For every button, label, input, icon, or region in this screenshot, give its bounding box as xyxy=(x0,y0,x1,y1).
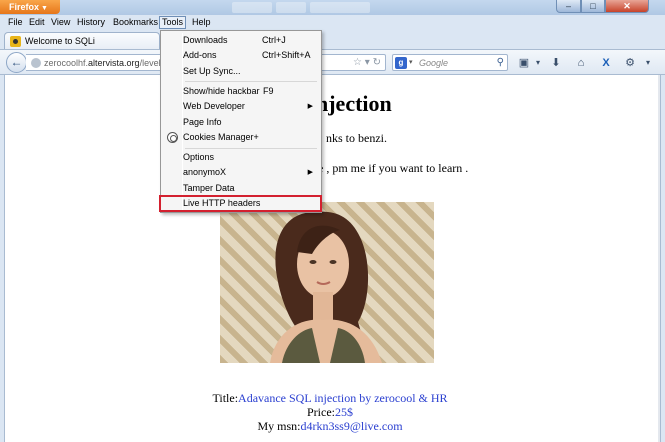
url-domain: altervista.org xyxy=(88,58,140,68)
menu-item-shortcut: F9 xyxy=(263,86,274,96)
search-placeholder: Google xyxy=(419,58,449,68)
menu-bar: File Edit View History Bookmarks Tools H… xyxy=(0,15,665,30)
menu-item-label: Downloads xyxy=(183,35,228,45)
menu-item-page-info[interactable]: Page Info xyxy=(163,115,319,130)
msn-email-link[interactable]: d4rkn3ss9@live.com xyxy=(300,419,402,433)
book-title-link[interactable]: Adavance SQL injection by zerocool & HR xyxy=(238,391,448,405)
page-info-line: e , pm me if you want to learn . xyxy=(318,161,469,175)
menu-item-cookies-manager[interactable]: Cookies Manager+ xyxy=(163,130,319,145)
tab-title: Welcome to SQLi xyxy=(25,36,95,46)
history-dropdown-icon[interactable]: ▾ xyxy=(365,57,370,68)
menu-separator xyxy=(185,81,317,82)
menu-item-label: Web Developer xyxy=(183,101,245,111)
menu-item-set-up-sync[interactable]: Set Up Sync... xyxy=(163,64,319,79)
page-heading: njection xyxy=(316,91,392,116)
price-link[interactable]: 25$ xyxy=(335,405,353,419)
menu-view[interactable]: View xyxy=(49,16,72,29)
menu-item-label: Options xyxy=(183,152,215,162)
menu-item-label: Show/hide hackbar xyxy=(183,86,260,96)
caption-msn-line: My msn:d4rkn3ss9@live.com xyxy=(5,419,655,434)
dropdown-arrow-icon: ▼ xyxy=(41,5,48,12)
tools-menu-dropdown: Downloads Ctrl+J Add-ons Ctrl+Shift+A Se… xyxy=(160,30,322,213)
menu-item-label: Set Up Sync... xyxy=(183,66,241,76)
engine-dropdown-icon[interactable]: ▾ xyxy=(409,57,413,69)
page-credit-line: nks to benzi. xyxy=(326,131,387,145)
menu-item-show-hide-hackbar[interactable]: Show/hide hackbar F9 xyxy=(163,84,319,99)
reload-icon[interactable]: ↻ xyxy=(373,57,381,68)
menu-item-shortcut: Ctrl+J xyxy=(262,35,286,45)
close-window-button[interactable]: ✕ xyxy=(605,0,649,13)
firefox-menu-button[interactable]: Firefox ▼ xyxy=(0,0,60,14)
caption-price-line: Price:25$ xyxy=(5,405,655,420)
url-prefix: zerocoolhf. xyxy=(44,58,89,68)
menu-separator xyxy=(185,148,317,149)
minimize-button[interactable]: – xyxy=(556,0,581,13)
menu-file[interactable]: File xyxy=(6,16,25,29)
caption-price-label: Price: xyxy=(307,405,335,419)
menu-bookmarks[interactable]: Bookmarks xyxy=(111,16,160,29)
caption-title-line: Title:Adavance SQL injection by zerocool… xyxy=(5,391,655,406)
tab-bar: Welcome to SQLi xyxy=(0,30,665,49)
search-bar[interactable]: g ▾ Google ⚲ xyxy=(392,54,508,71)
search-icon[interactable]: ⚲ xyxy=(497,56,504,70)
submenu-arrow-icon: ▶ xyxy=(307,103,313,110)
background-window-ghost xyxy=(232,2,412,13)
addon-toolbar-icon[interactable]: ⚙ xyxy=(622,55,638,71)
portrait-photo-drawing xyxy=(270,211,382,363)
cookie-icon xyxy=(167,132,178,143)
menu-item-label: Add-ons xyxy=(183,50,217,60)
menu-tools[interactable]: Tools xyxy=(159,16,187,29)
menu-item-add-ons[interactable]: Add-ons Ctrl+Shift+A xyxy=(163,48,319,63)
site-favicon-icon xyxy=(10,36,21,47)
url-bar-icons: ☆ ▾ ↻ xyxy=(353,56,381,70)
menu-item-web-developer[interactable]: Web Developer ▶ xyxy=(163,99,319,114)
download-arrow-icon[interactable]: ⬇ xyxy=(548,55,564,71)
menu-item-options[interactable]: Options xyxy=(163,150,319,165)
toolbar-overflow-icon[interactable]: ▾ xyxy=(640,55,656,71)
portrait-photo xyxy=(220,202,434,363)
url-text: zerocoolhf.altervista.org/level4 xyxy=(44,57,166,69)
window-title-bar: Firefox ▼ – □ ✕ xyxy=(0,0,665,15)
menu-item-label: Page Info xyxy=(183,117,222,127)
globe-icon xyxy=(31,58,41,68)
bookmark-star-icon[interactable]: ☆ xyxy=(353,57,362,68)
maximize-button[interactable]: □ xyxy=(581,0,605,13)
back-button[interactable]: ← xyxy=(6,52,27,73)
menu-help[interactable]: Help xyxy=(190,16,213,29)
menu-item-label: anonymoX xyxy=(183,167,227,177)
google-engine-icon[interactable]: g xyxy=(395,57,407,69)
caption-title-label: Title: xyxy=(212,391,239,405)
caption-msn-label: My msn: xyxy=(257,419,301,433)
menu-item-downloads[interactable]: Downloads Ctrl+J xyxy=(163,33,319,48)
anonymox-icon[interactable]: X xyxy=(598,55,614,71)
navigation-toolbar: ← zerocoolhf.altervista.org/level4 ☆ ▾ ↻… xyxy=(0,49,665,75)
menu-item-anonymox[interactable]: anonymoX ▶ xyxy=(163,165,319,180)
tab-welcome-to-sqli[interactable]: Welcome to SQLi xyxy=(4,32,160,49)
menu-history[interactable]: History xyxy=(75,16,107,29)
menu-item-label: Cookies Manager+ xyxy=(183,132,259,142)
menu-item-tamper-data[interactable]: Tamper Data xyxy=(163,181,319,196)
page-content: njection nks to benzi. e , pm me if you … xyxy=(4,75,661,442)
back-arrow-icon: ← xyxy=(10,55,23,69)
menu-item-label: Tamper Data xyxy=(183,183,235,193)
vertical-scrollbar[interactable] xyxy=(658,75,660,442)
highlight-box-live-http-headers xyxy=(159,195,322,212)
menu-edit[interactable]: Edit xyxy=(27,16,47,29)
firefox-button-label: Firefox xyxy=(9,2,40,12)
downloads-dropdown-icon[interactable]: ▾ xyxy=(530,55,546,71)
menu-item-shortcut: Ctrl+Shift+A xyxy=(262,50,311,60)
home-icon[interactable]: ⌂ xyxy=(573,55,589,71)
submenu-arrow-icon: ▶ xyxy=(307,169,313,176)
